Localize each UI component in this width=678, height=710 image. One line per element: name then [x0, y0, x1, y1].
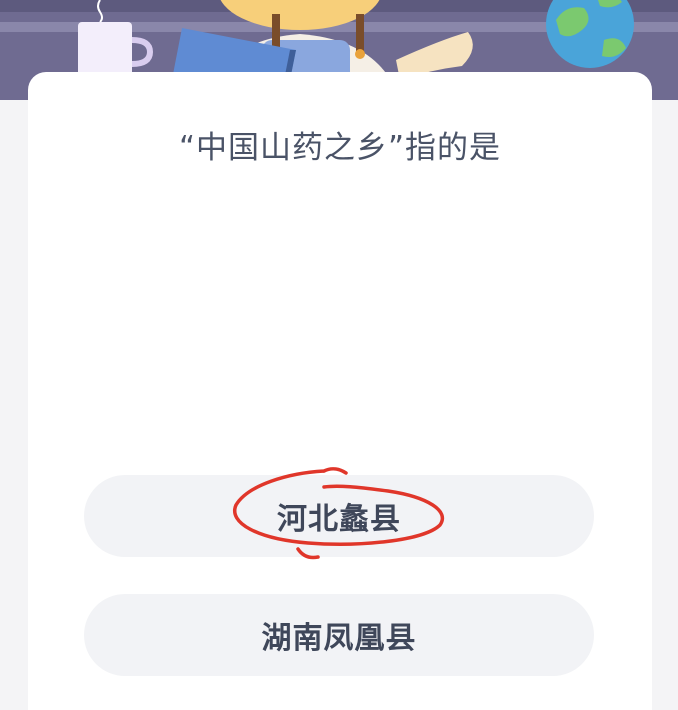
quiz-screen: “中国山药之乡”指的是 河北蠡县 湖南凤凰县 — [0, 0, 678, 710]
question-card: “中国山药之乡”指的是 河北蠡县 湖南凤凰县 — [28, 72, 652, 710]
answer-option-1-label: 河北蠡县 — [277, 502, 401, 537]
answer-option-2[interactable]: 湖南凤凰县 — [84, 594, 594, 676]
answer-option-1[interactable]: 河北蠡县 — [84, 475, 594, 557]
globe-icon — [546, 0, 634, 68]
steam-icon — [97, 0, 103, 23]
question-text: “中国山药之乡”指的是 — [178, 130, 502, 166]
answer-option-2-label: 湖南凤凰县 — [261, 621, 417, 656]
mug-icon — [78, 22, 154, 78]
